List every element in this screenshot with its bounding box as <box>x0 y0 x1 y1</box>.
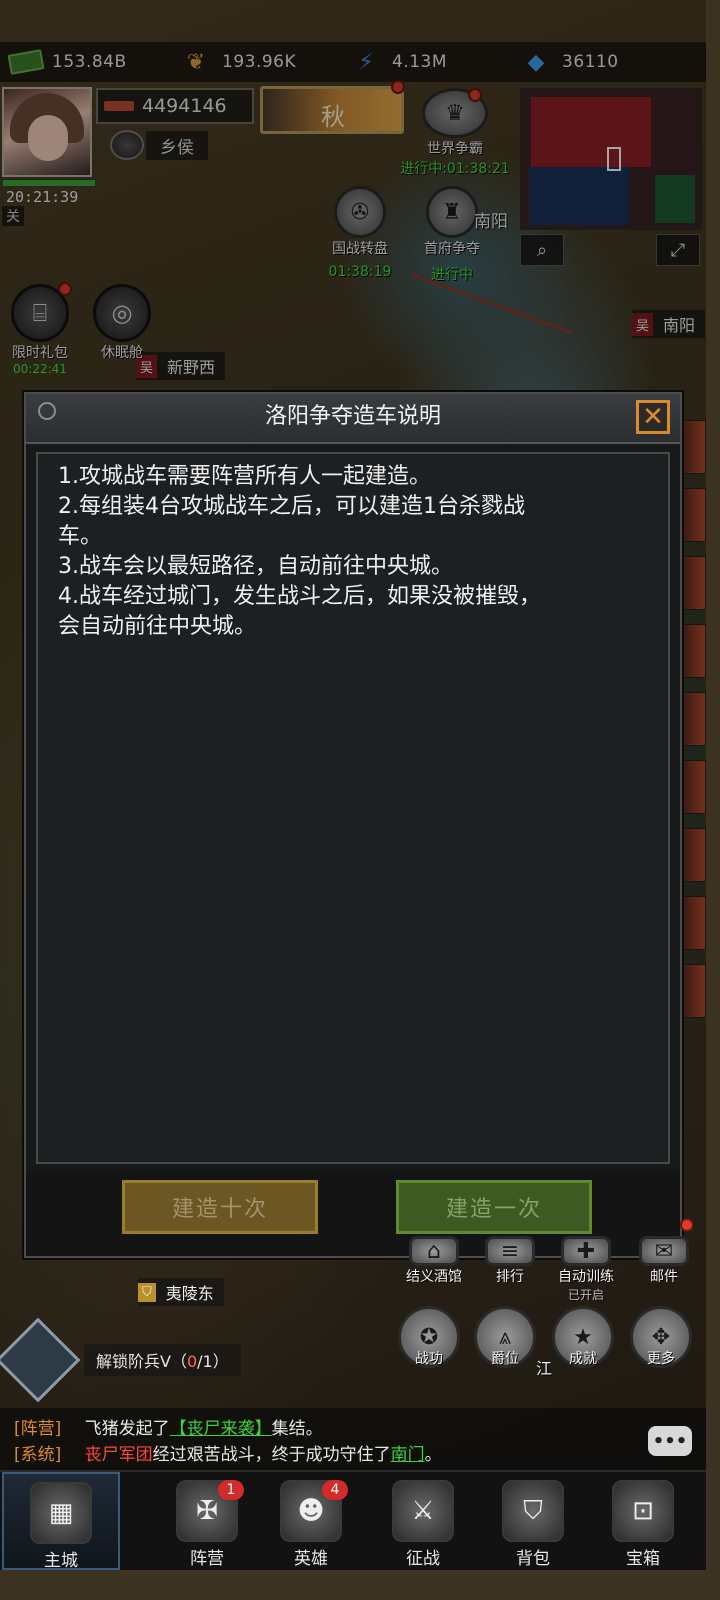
chat-open-button[interactable]: ••• <box>648 1426 692 1456</box>
nav-faction[interactable]: ✠ 阵营 1 <box>148 1472 266 1570</box>
shield-icon: ⛉ <box>138 1282 156 1302</box>
training-icon: ✚ <box>561 1236 611 1266</box>
chat-message: [系统] 丧尸军团经过艰苦战斗，终于成功守住了南门。 <box>14 1445 442 1465</box>
instruction-line: 3.战车会以最短路径，自动前往中央城。 <box>58 554 453 579</box>
instructions-panel: 1.攻城战车需要阵营所有人一起建造。 2.每组装4台攻城战车之后，可以建造1台杀… <box>36 452 670 1164</box>
city-icon: ▦ <box>30 1482 92 1544</box>
mail-icon: ✉ <box>639 1236 689 1266</box>
tavern-button[interactable]: ⌂ 结义酒馆 <box>396 1236 472 1286</box>
build-ten-times-button[interactable]: 建造十次 <box>122 1180 318 1234</box>
chest-icon: ⊡ <box>612 1480 674 1542</box>
notification-dot <box>680 1218 694 1232</box>
ranking-button[interactable]: ≡ 排行 <box>478 1236 542 1286</box>
nav-backpack[interactable]: ⛉ 背包 <box>474 1472 592 1570</box>
badge-count: 4 <box>322 1480 348 1500</box>
ranking-icon: ≡ <box>485 1236 535 1266</box>
close-icon: ✕ <box>642 402 664 432</box>
chat-ticker[interactable]: [阵营] 飞猪发起了【丧尸来袭】集结。 [系统] 丧尸军团经过艰苦战斗，终于成功… <box>0 1408 706 1470</box>
badge-count: 1 <box>218 1480 244 1500</box>
instruction-line: 4.战车经过城门，发生战斗之后，如果没被摧毁， <box>58 584 541 609</box>
mail-button[interactable]: ✉ 邮件 <box>632 1236 696 1286</box>
bottom-navigation: ▦ 主城 ✠ 阵营 1 ☻ 英雄 4 ⚔ 征战 ⛉ 背包 ⊡ 宝箱 <box>0 1470 706 1571</box>
merit-button[interactable]: ✪ 战功 <box>396 1306 462 1368</box>
dialog-title: 洛阳争夺造车说明 <box>264 404 441 429</box>
tavern-icon: ⌂ <box>409 1236 459 1266</box>
instruction-line: 会自动前往中央城。 <box>58 614 257 639</box>
unlock-icon <box>0 1317 81 1403</box>
chat-message: [阵营] 飞猪发起了【丧尸来袭】集结。 <box>14 1419 323 1439</box>
instruction-line: 2.每组装4台攻城战车之后，可以建造1台杀戮战 <box>58 494 525 519</box>
more-button[interactable]: ✥ 更多 <box>628 1306 694 1368</box>
unlock-soldier-progress[interactable]: 解锁阶兵V（0/1） <box>0 1317 241 1403</box>
close-button[interactable]: ✕ <box>636 400 670 434</box>
dialog-header: 洛阳争夺造车说明 <box>26 394 680 444</box>
chat-link[interactable]: 【丧尸来袭】 <box>170 1419 272 1439</box>
backpack-icon: ⛉ <box>502 1480 564 1542</box>
battle-icon: ⚔ <box>392 1480 454 1542</box>
instruction-line: 1.攻城战车需要阵营所有人一起建造。 <box>58 464 431 489</box>
nav-hero[interactable]: ☻ 英雄 4 <box>252 1472 370 1570</box>
nav-battle[interactable]: ⚔ 征战 <box>364 1472 482 1570</box>
nav-chest[interactable]: ⊡ 宝箱 <box>584 1472 702 1570</box>
chat-link[interactable]: 南门 <box>391 1445 425 1465</box>
instruction-line: 车。 <box>58 524 103 549</box>
city-tag-yiling[interactable]: ⛉ 夷陵东 <box>138 1278 224 1306</box>
achievement-button[interactable]: ★ 成就 <box>550 1306 616 1368</box>
nav-main-city[interactable]: ▦ 主城 <box>2 1472 120 1571</box>
auto-train-button[interactable]: ✚ 自动训练 已开启 <box>548 1236 624 1303</box>
pin-icon <box>38 402 56 420</box>
title-button[interactable]: ⩓ 爵位 <box>472 1306 538 1368</box>
build-once-button[interactable]: 建造一次 <box>396 1180 592 1234</box>
